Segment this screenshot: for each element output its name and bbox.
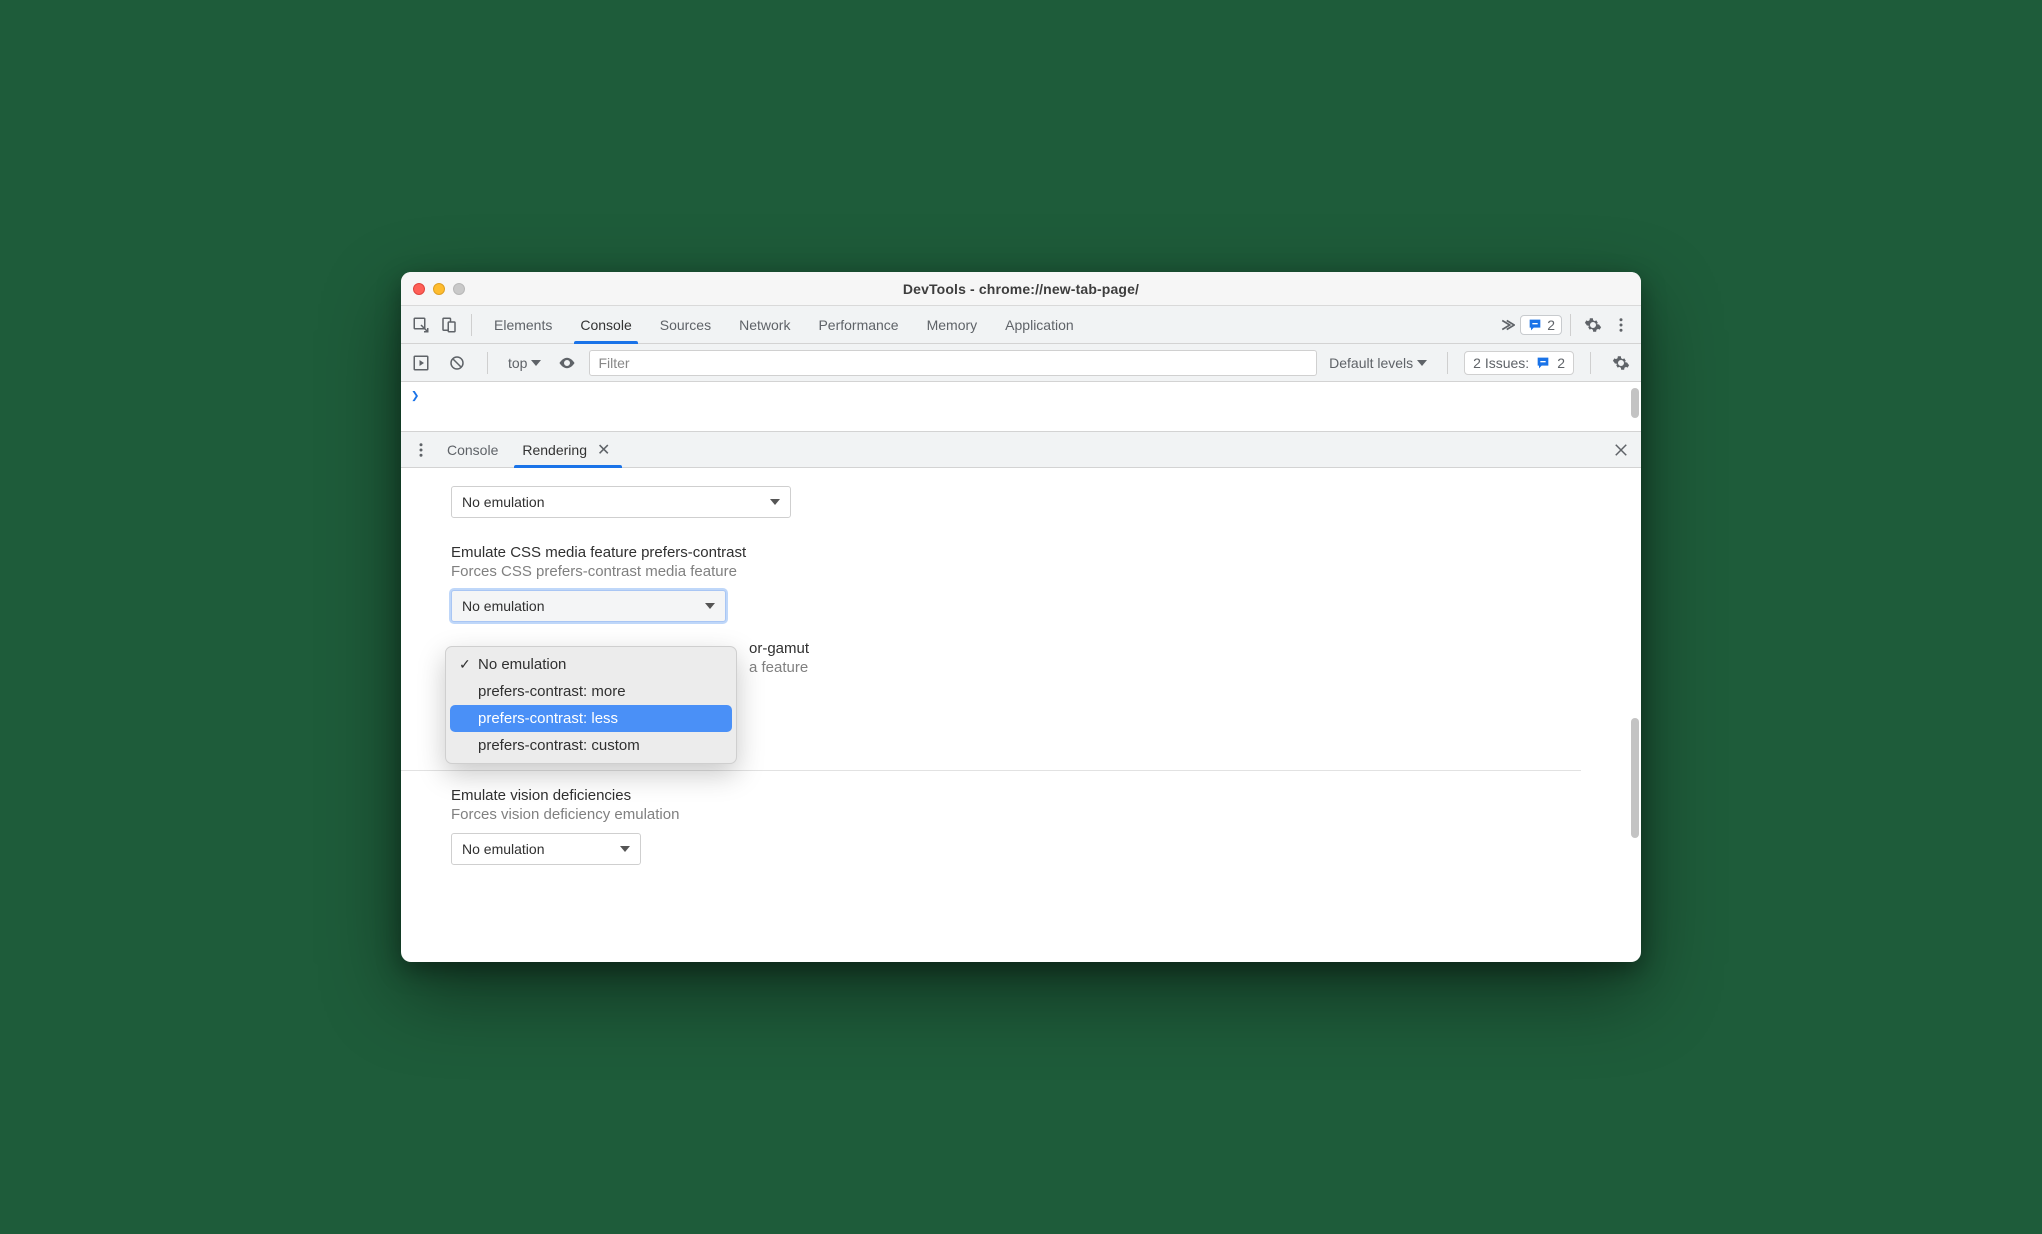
prefers-contrast-dropdown: No emulation prefers-contrast: more pref… (445, 646, 737, 764)
titlebar: DevTools - chrome://new-tab-page/ (401, 272, 1641, 306)
play-history-icon[interactable] (407, 349, 435, 377)
toolbar-divider (1570, 314, 1571, 336)
issues-label: 2 Issues: (1473, 355, 1529, 371)
option-label: prefers-contrast: less (478, 710, 618, 727)
vision-deficiency-group: Emulate vision deficiencies Forces visio… (451, 787, 1641, 865)
device-toolbar-icon[interactable] (435, 311, 463, 339)
tab-performance[interactable]: Performance (804, 306, 912, 343)
toolbar-divider (487, 352, 488, 374)
tab-label: Console (447, 442, 498, 458)
dropdown-option[interactable]: prefers-contrast: more (450, 678, 732, 705)
chevron-down-icon (620, 841, 630, 857)
tab-label: Elements (494, 317, 552, 333)
tab-console[interactable]: Console (566, 306, 645, 343)
tab-label: Network (739, 317, 790, 333)
toolbar-divider (471, 314, 472, 336)
drawer-menu-icon[interactable] (407, 436, 435, 464)
tab-label: Rendering (522, 442, 587, 458)
context-label: top (508, 355, 527, 371)
option-label: prefers-contrast: custom (478, 737, 640, 754)
prefers-contrast-group: Emulate CSS media feature prefers-contra… (451, 544, 1641, 622)
select-value: No emulation (462, 598, 545, 614)
console-prompt-icon: ❯ (411, 388, 419, 404)
dropdown-option[interactable]: prefers-contrast: less (450, 705, 732, 732)
toolbar-divider (1590, 352, 1591, 374)
tab-memory[interactable]: Memory (913, 306, 992, 343)
issues-count: 2 (1557, 355, 1565, 371)
drawer-tab-rendering[interactable]: Rendering ✕ (510, 432, 626, 467)
scrollbar-thumb[interactable] (1631, 718, 1639, 838)
option-label: prefers-contrast: more (478, 683, 626, 700)
tab-label: Console (580, 317, 631, 333)
toolbar-divider (1447, 352, 1448, 374)
chevron-down-icon (770, 494, 780, 510)
select-value: No emulation (462, 494, 545, 510)
tab-network[interactable]: Network (725, 306, 804, 343)
field-label: Emulate CSS media feature prefers-contra… (451, 544, 1641, 561)
close-drawer-icon[interactable] (1607, 436, 1635, 464)
main-toolbar: Elements Console Sources Network Perform… (401, 306, 1641, 344)
console-output[interactable]: ❯ (401, 382, 1641, 432)
scrollbar-thumb[interactable] (1631, 388, 1639, 418)
execution-context-selector[interactable]: top (504, 355, 545, 371)
minimize-window-button[interactable] (433, 283, 445, 295)
console-filter-bar: top Default levels 2 Issues: 2 (401, 344, 1641, 382)
chevron-down-icon (531, 355, 541, 371)
message-icon (1535, 355, 1551, 371)
section-divider (401, 770, 1581, 771)
chevron-down-icon (705, 598, 715, 614)
tab-application[interactable]: Application (991, 306, 1088, 343)
chevron-down-icon (1417, 355, 1427, 371)
message-icon (1527, 317, 1543, 333)
window-controls (413, 283, 465, 295)
devtools-window: DevTools - chrome://new-tab-page/ Elemen… (401, 272, 1641, 962)
vision-deficiency-select[interactable]: No emulation (451, 833, 641, 865)
log-levels-selector[interactable]: Default levels (1325, 355, 1431, 371)
clear-console-icon[interactable] (443, 349, 471, 377)
close-tab-icon[interactable]: ✕ (593, 440, 614, 460)
levels-label: Default levels (1329, 355, 1413, 371)
dropdown-option[interactable]: prefers-contrast: custom (450, 732, 732, 759)
inspect-element-icon[interactable] (407, 311, 435, 339)
field-label: Emulate vision deficiencies (451, 787, 1641, 804)
field-desc: Forces vision deficiency emulation (451, 806, 1641, 823)
tab-sources[interactable]: Sources (646, 306, 725, 343)
tab-elements[interactable]: Elements (480, 306, 566, 343)
option-label: No emulation (478, 656, 566, 673)
drawer-toolbar: Console Rendering ✕ (401, 432, 1641, 468)
settings-icon[interactable] (1579, 311, 1607, 339)
tab-label: Memory (927, 317, 978, 333)
select-value: No emulation (462, 841, 545, 857)
window-title: DevTools - chrome://new-tab-page/ (401, 281, 1641, 297)
console-settings-icon[interactable] (1607, 349, 1635, 377)
prefers-contrast-select[interactable]: No emulation (451, 590, 726, 622)
rendering-select-prev[interactable]: No emulation (451, 486, 791, 518)
filter-input[interactable] (589, 350, 1317, 376)
issues-pill[interactable]: 2 Issues: 2 (1464, 351, 1574, 375)
field-desc: Forces CSS prefers-contrast media featur… (451, 563, 1641, 580)
kebab-menu-icon[interactable] (1607, 311, 1635, 339)
zoom-window-button[interactable] (453, 283, 465, 295)
tab-label: Performance (818, 317, 898, 333)
dropdown-option[interactable]: No emulation (450, 651, 732, 678)
issues-count: 2 (1547, 317, 1555, 333)
issues-chip[interactable]: 2 (1520, 315, 1562, 335)
more-tabs-icon[interactable] (1492, 311, 1520, 339)
tab-label: Sources (660, 317, 711, 333)
tab-label: Application (1005, 317, 1074, 333)
drawer-tab-console[interactable]: Console (435, 432, 510, 467)
close-window-button[interactable] (413, 283, 425, 295)
rendering-panel: No emulation Emulate CSS media feature p… (401, 468, 1641, 962)
eye-icon[interactable] (553, 349, 581, 377)
